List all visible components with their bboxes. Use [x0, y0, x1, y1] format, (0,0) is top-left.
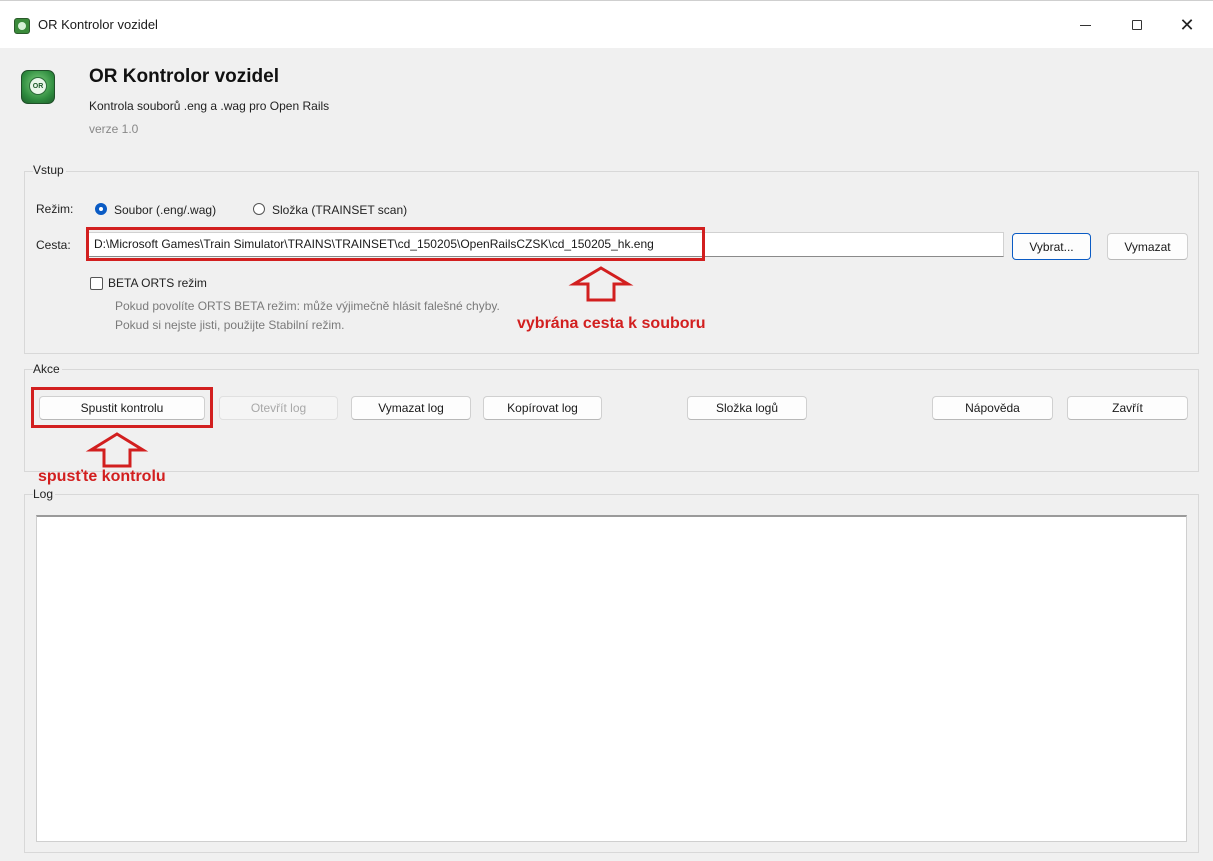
mode-file-radio[interactable] — [95, 203, 107, 215]
run-highlight-box — [31, 387, 213, 428]
minimize-icon — [1079, 24, 1091, 26]
copy-log-button[interactable]: Kopírovat log — [483, 396, 602, 420]
app-title: OR Kontrolor vozidel — [89, 66, 279, 87]
log-group-label: Log — [33, 487, 56, 501]
actions-group-label: Akce — [33, 362, 62, 376]
beta-label[interactable]: BETA ORTS režim — [108, 276, 207, 290]
beta-hint-line2: Pokud si nejste jisti, použijte Stabilní… — [115, 318, 345, 332]
beta-hint-line1: Pokud povolíte ORTS BETA režim: může výj… — [115, 299, 500, 313]
maximize-button[interactable] — [1114, 9, 1160, 41]
path-label: Cesta: — [36, 238, 71, 252]
input-group-label: Vstup — [33, 163, 66, 177]
close-app-button[interactable]: Zavřít — [1067, 396, 1188, 420]
open-log-button[interactable]: Otevřít log — [219, 396, 338, 420]
mode-folder-label[interactable]: Složka (TRAINSET scan) — [272, 203, 407, 217]
mode-label: Režim: — [36, 202, 74, 216]
run-annotation: spusťte kontrolu — [38, 468, 166, 485]
log-folder-button[interactable]: Složka logů — [687, 396, 807, 420]
browse-button[interactable]: Vybrat... — [1012, 233, 1091, 260]
mode-file-label[interactable]: Soubor (.eng/.wag) — [114, 203, 216, 217]
arrow-up-icon — [568, 266, 634, 302]
maximize-icon — [1132, 20, 1142, 30]
minimize-button[interactable] — [1062, 9, 1108, 41]
app-logo: OR — [21, 70, 55, 104]
app-subtitle: Kontrola souborů .eng a .wag pro Open Ra… — [89, 99, 330, 113]
close-button[interactable]: ✕ — [1164, 9, 1210, 41]
mode-folder-radio[interactable] — [253, 203, 265, 215]
help-button[interactable]: Nápověda — [932, 396, 1053, 420]
title-bar: OR Kontrolor vozidel ✕ — [0, 0, 1213, 48]
beta-checkbox[interactable] — [90, 277, 103, 290]
close-icon: ✕ — [1179, 14, 1195, 35]
path-annotation: vybrána cesta k souboru — [517, 315, 706, 332]
arrow-up-icon — [85, 432, 149, 468]
path-highlight-box — [86, 227, 705, 261]
app-version: verze 1.0 — [89, 122, 139, 136]
clear-log-button[interactable]: Vymazat log — [351, 396, 471, 420]
logo-badge-icon: OR — [29, 77, 47, 95]
log-textarea[interactable] — [36, 515, 1187, 842]
app-icon — [14, 18, 30, 34]
clear-path-button[interactable]: Vymazat — [1107, 233, 1188, 260]
window-title: OR Kontrolor vozidel — [38, 17, 158, 32]
